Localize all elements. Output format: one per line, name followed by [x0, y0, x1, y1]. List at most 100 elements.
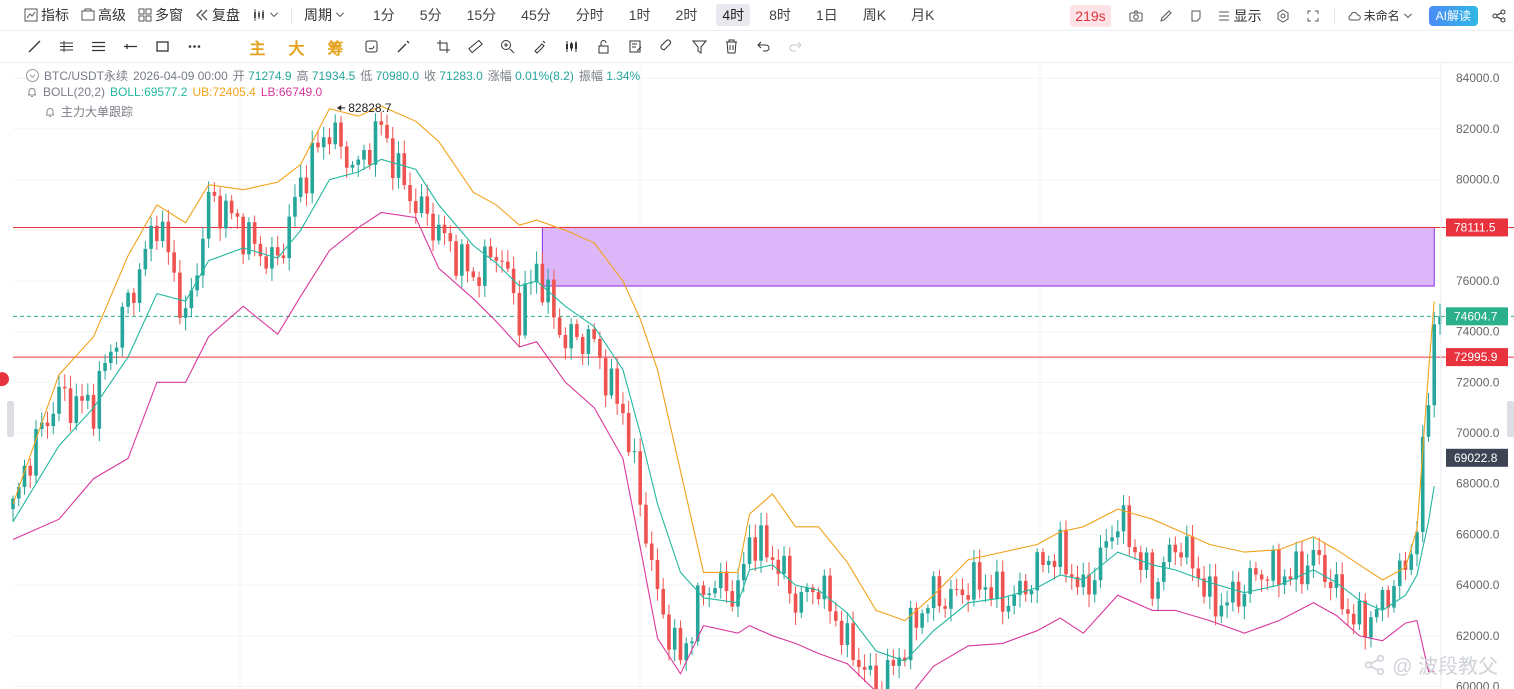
- candle-body-116: [678, 627, 683, 661]
- period-9[interactable]: 1日: [810, 4, 844, 26]
- candle-body-130: [759, 525, 763, 561]
- ruler-tool[interactable]: [459, 33, 491, 61]
- candle-body-181: [1052, 560, 1057, 567]
- candle-body-19: [120, 306, 125, 348]
- notes-tool[interactable]: [619, 33, 651, 61]
- settings-button[interactable]: [1268, 8, 1298, 23]
- screenshot-button[interactable]: [1121, 9, 1151, 23]
- indicator-button[interactable]: 指标: [0, 3, 75, 27]
- candle-body-211: [1225, 602, 1229, 606]
- supply-zone-rect: [541, 226, 1435, 287]
- horizontal-ray-tool[interactable]: [114, 33, 146, 61]
- period-list: 1分 5分 15分 45分 分时 1时 2时 4时 8时 1日 周K 月K: [367, 4, 953, 26]
- pattern-tool[interactable]: [555, 33, 587, 61]
- camera-icon: [1129, 10, 1143, 21]
- candle-body-71: [419, 196, 424, 213]
- replay-button[interactable]: 复盘: [189, 3, 246, 27]
- bell-icon[interactable]: [44, 106, 56, 118]
- horizontal-lines-tool[interactable]: [82, 33, 114, 61]
- undo-button[interactable]: [747, 33, 779, 61]
- candle-body-193: [1121, 505, 1126, 532]
- trash-icon: [725, 39, 737, 54]
- period-7[interactable]: 4时: [716, 4, 751, 26]
- candle-body-160: [931, 576, 936, 609]
- large-order-button[interactable]: 大: [277, 35, 316, 59]
- left-collapse-handle[interactable]: [7, 401, 14, 437]
- redo-button[interactable]: [779, 33, 811, 61]
- more-tools-button[interactable]: [178, 33, 210, 61]
- candle-body-189: [1098, 547, 1103, 581]
- filter-tool[interactable]: [683, 33, 715, 61]
- candle-body-143: [834, 611, 838, 621]
- display-button[interactable]: 显示: [1211, 4, 1268, 28]
- period-8[interactable]: 8时: [763, 4, 797, 26]
- gear-icon: [1277, 8, 1289, 23]
- magnet-tool[interactable]: [651, 33, 683, 61]
- lock-tool[interactable]: [587, 33, 619, 61]
- layout-dropdown[interactable]: 未命名: [1341, 4, 1419, 28]
- candle-body-171: [995, 571, 999, 600]
- period-2[interactable]: 15分: [461, 4, 503, 26]
- period-6[interactable]: 2时: [670, 4, 704, 26]
- period-label: 周期: [304, 7, 332, 23]
- advanced-icon: [81, 8, 95, 21]
- period-5[interactable]: 1时: [623, 4, 657, 26]
- candle-body-128: [747, 537, 752, 564]
- candle-body-135: [787, 555, 792, 594]
- ai-analysis-button[interactable]: AI解读: [1428, 5, 1478, 26]
- period-1[interactable]: 5分: [414, 4, 448, 26]
- change-value: 0.01%(8.2): [515, 69, 574, 83]
- candle-body-195: [1133, 547, 1137, 553]
- measure-tool[interactable]: [387, 33, 419, 61]
- period-0[interactable]: 1分: [367, 4, 401, 26]
- share-button[interactable]: [1484, 9, 1514, 23]
- chart-area[interactable]: 82828.7 60000.0 62000.0 64000.0 66000.0 68000…: [0, 63, 1514, 689]
- open-label: 开: [232, 69, 245, 83]
- period-10[interactable]: 周K: [857, 4, 892, 26]
- edit-button[interactable]: [1151, 9, 1181, 23]
- multi-window-button[interactable]: 多窗: [132, 3, 189, 27]
- datetime-label: 2026-04-09 00:00: [133, 68, 228, 83]
- main-force-button[interactable]: 主: [238, 35, 277, 59]
- candle-body-61: [362, 149, 366, 160]
- candle-body-209: [1213, 576, 1218, 617]
- candle-body-52: [310, 142, 315, 194]
- candle-body-210: [1219, 605, 1224, 617]
- candle-body-25: [155, 225, 159, 242]
- parallel-channel-tool[interactable]: [50, 33, 82, 61]
- period-dropdown[interactable]: 周期: [298, 3, 351, 27]
- advanced-button[interactable]: 高级: [75, 3, 132, 27]
- candle-body-39: [235, 213, 240, 217]
- candle-body-102: [598, 338, 602, 359]
- fullscreen-button[interactable]: [1298, 9, 1328, 23]
- trendline-tool[interactable]: [18, 33, 50, 61]
- period-4[interactable]: 分时: [570, 4, 610, 26]
- bell-icon[interactable]: [26, 86, 38, 98]
- candle-body-13: [86, 394, 90, 401]
- candle-body-205: [1190, 536, 1195, 569]
- candle-body-213: [1236, 581, 1241, 607]
- chart-type-dropdown[interactable]: [246, 3, 285, 27]
- chips-button[interactable]: 筹: [316, 35, 355, 59]
- candle-body-30: [183, 308, 188, 318]
- candle-body-182: [1058, 529, 1063, 567]
- brush-tool[interactable]: [523, 33, 555, 61]
- candle-body-94: [552, 279, 556, 318]
- candle-body-42: [252, 222, 257, 244]
- price-chart[interactable]: 82828.7 60000.0 62000.0 64000.0 66000.0 68000…: [0, 63, 1514, 689]
- rectangle-tool[interactable]: [146, 33, 178, 61]
- right-collapse-handle[interactable]: [1507, 401, 1514, 437]
- delete-tool[interactable]: [715, 33, 747, 61]
- collapse-icon[interactable]: [26, 69, 39, 82]
- candle-body-123: [718, 571, 723, 589]
- candle-body-118: [690, 641, 694, 644]
- period-3[interactable]: 45分: [515, 4, 557, 26]
- candle-body-178: [1035, 552, 1040, 591]
- period-11[interactable]: 月K: [905, 4, 940, 26]
- zoom-tool[interactable]: [491, 33, 523, 61]
- note-button[interactable]: [1181, 9, 1211, 23]
- candle-body-26: [160, 221, 165, 242]
- candle-body-63: [373, 121, 378, 165]
- crop-tool[interactable]: [427, 33, 459, 61]
- auto-draw-tool[interactable]: [355, 33, 387, 61]
